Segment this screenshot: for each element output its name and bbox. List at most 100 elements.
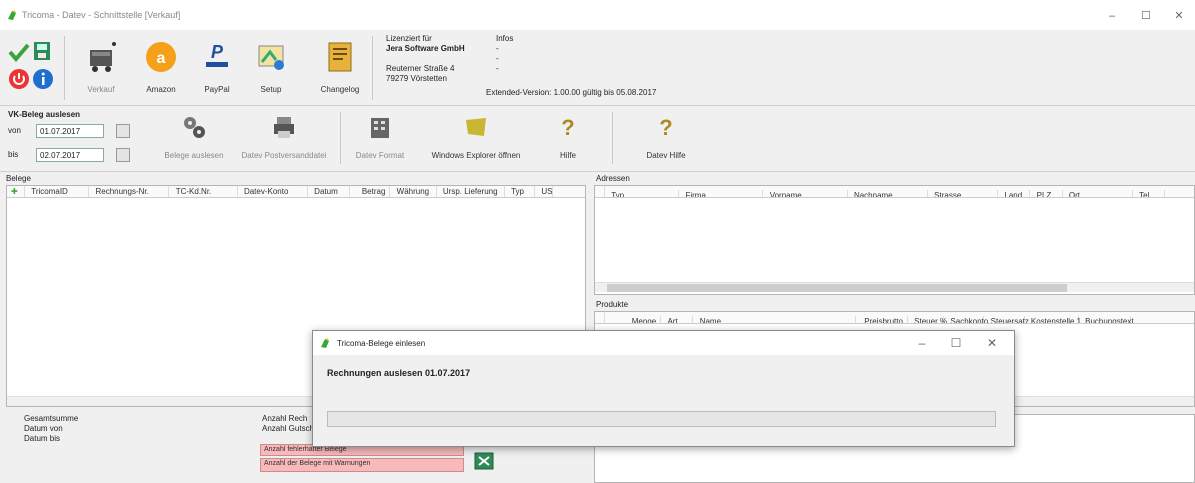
summary-labels: Gesamtsumme Datum von Datum bis <box>24 414 78 444</box>
row-selector <box>595 312 605 323</box>
column-header[interactable]: Tel <box>1135 190 1166 197</box>
gears-icon <box>184 117 205 138</box>
column-header[interactable]: TC-Kd.Nr. <box>172 186 238 197</box>
column-header[interactable]: Name <box>696 316 856 323</box>
datum-von-label: Datum von <box>24 424 63 433</box>
belege-auslesen-button[interactable]: Belege auslesen <box>152 108 236 168</box>
bis-label: bis <box>8 150 19 159</box>
adressen-column-header: Typ Firma Vorname Nachname Strasse Land … <box>595 186 1194 198</box>
datev-postversand-button[interactable]: Datev Postversanddatei <box>234 108 334 168</box>
add-icon[interactable]: ✚ <box>7 186 25 197</box>
divider <box>612 112 613 164</box>
column-header[interactable]: TricomaID <box>27 186 90 197</box>
excel-export-icon[interactable] <box>474 452 494 470</box>
version-text: Extended-Version: 1.00.00 gültig bis 05.… <box>486 88 657 97</box>
dialog-maximize-button[interactable]: ☐ <box>941 335 971 351</box>
info-block: Infos - - - <box>496 34 513 74</box>
produkte-column-header: Menge Art Name Preisbrutto Steuer % Sach… <box>595 312 1194 324</box>
anzahl-rech-label: Anzahl Rech <box>262 414 308 423</box>
paypal-button[interactable]: P PayPal <box>190 36 244 102</box>
datev-format-button[interactable]: Datev Format <box>348 108 412 168</box>
license-info: Lizenziert für Jera Software GmbH Reuter… <box>386 34 465 84</box>
count-labels: Anzahl Rech Anzahl Gutschr <box>262 414 317 434</box>
dialog-title-bar: Tricoma-Belege einlesen – ☐ ✕ <box>313 331 1014 355</box>
column-header[interactable]: Nachname <box>850 190 928 197</box>
dialog-close-button[interactable]: ✕ <box>977 335 1007 351</box>
belege-toolbar: VK-Beleg auslesen von 01.07.2017 bis 02.… <box>0 106 1195 172</box>
verkauf-button[interactable]: Verkauf <box>70 36 132 102</box>
setup-icon <box>258 45 284 70</box>
column-header[interactable]: Sachkonto <box>946 316 988 323</box>
help-icon: ? <box>561 115 574 140</box>
column-header[interactable]: Währung <box>393 186 437 197</box>
license-street: Reuterner Straße 4 <box>386 64 455 73</box>
column-header[interactable]: Strasse <box>930 190 999 197</box>
license-city: 79279 Vörstetten <box>386 74 447 83</box>
info-label: Infos <box>496 34 514 43</box>
column-header[interactable]: Rechnungs-Nr. <box>91 186 170 197</box>
column-header[interactable]: Ort <box>1065 190 1133 197</box>
vk-title: VK-Beleg auslesen <box>8 110 81 119</box>
belege-title: Belege <box>6 174 31 183</box>
dialog-message: Rechnungen auslesen 01.07.2017 <box>327 368 471 378</box>
divider <box>340 112 341 164</box>
adressen-title: Adressen <box>596 174 630 183</box>
adressen-grid[interactable]: Typ Firma Vorname Nachname Strasse Land … <box>594 185 1195 295</box>
maximize-button[interactable]: ☐ <box>1131 8 1161 24</box>
changelog-button[interactable]: Changelog <box>312 36 368 102</box>
column-header[interactable]: Art <box>663 316 694 323</box>
building-icon <box>371 118 389 138</box>
column-header[interactable]: PLZ <box>1033 190 1063 197</box>
column-header[interactable]: Kostenstelle 1 <box>1027 316 1081 323</box>
datum-bis-label: Datum bis <box>24 434 61 443</box>
bis-date-field[interactable]: 02.07.2017 <box>36 148 104 162</box>
column-header[interactable]: Vorname <box>766 190 848 197</box>
gesamtsumme-label: Gesamtsumme <box>24 414 79 423</box>
column-header[interactable]: Steuer % <box>910 316 947 323</box>
save-icon[interactable] <box>32 40 52 62</box>
von-date-field[interactable]: 01.07.2017 <box>36 124 104 138</box>
column-header[interactable]: Steuersatz <box>987 316 1029 323</box>
column-header[interactable]: Firma <box>681 190 764 197</box>
info-icon[interactable] <box>32 68 54 90</box>
calendar-icon[interactable] <box>116 124 130 138</box>
app-icon <box>321 338 329 348</box>
hilfe-button[interactable]: ? Hilfe <box>548 108 588 168</box>
paypal-icon: P <box>206 42 228 67</box>
changelog-icon <box>328 42 352 72</box>
column-header[interactable]: US <box>537 186 554 197</box>
checkmark-icon[interactable] <box>8 42 30 62</box>
amazon-icon: a <box>146 42 176 72</box>
amazon-button[interactable]: a Amazon <box>136 36 186 102</box>
power-icon[interactable] <box>8 68 30 90</box>
column-header[interactable]: Datev-Konto <box>240 186 308 197</box>
info-line: - <box>496 54 499 63</box>
column-header[interactable]: Menge <box>607 316 662 323</box>
svg-text:a: a <box>157 50 166 67</box>
divider <box>372 36 373 100</box>
svg-text:?: ? <box>561 115 574 140</box>
column-header[interactable]: Land <box>1000 190 1031 197</box>
license-label: Lizenziert für <box>386 34 432 43</box>
datev-hilfe-button[interactable]: ? Datev Hilfe <box>636 108 696 168</box>
calendar-icon[interactable] <box>116 148 130 162</box>
minimize-button[interactable]: – <box>1097 8 1127 24</box>
windows-explorer-button[interactable]: Windows Explorer öffnen <box>424 108 528 168</box>
setup-button[interactable]: Setup <box>246 36 296 102</box>
column-header[interactable]: Ursp. Lieferung <box>439 186 505 197</box>
horizontal-scrollbar[interactable] <box>595 282 1194 292</box>
warnungen-count-box: Anzahl der Belege mit Warnungen <box>260 458 464 472</box>
title-bar: Tricoma - Datev - Schnittstelle [Verkauf… <box>0 0 1195 30</box>
column-header[interactable]: Buchungstext <box>1081 316 1134 323</box>
help-icon: ? <box>659 115 672 140</box>
dialog-minimize-button[interactable]: – <box>907 335 937 351</box>
column-header[interactable]: Typ <box>507 186 536 197</box>
close-button[interactable]: ✕ <box>1164 8 1194 24</box>
column-header[interactable]: Betrag <box>352 186 391 197</box>
column-header[interactable]: Preisbrutto <box>858 316 908 323</box>
column-header[interactable]: Typ <box>607 190 680 197</box>
ribbon: Verkauf a Amazon P PayPal Setup Changelo… <box>0 30 1195 106</box>
scrollbar-thumb[interactable] <box>607 284 1067 292</box>
divider <box>64 36 65 100</box>
column-header[interactable]: Datum <box>310 186 351 197</box>
